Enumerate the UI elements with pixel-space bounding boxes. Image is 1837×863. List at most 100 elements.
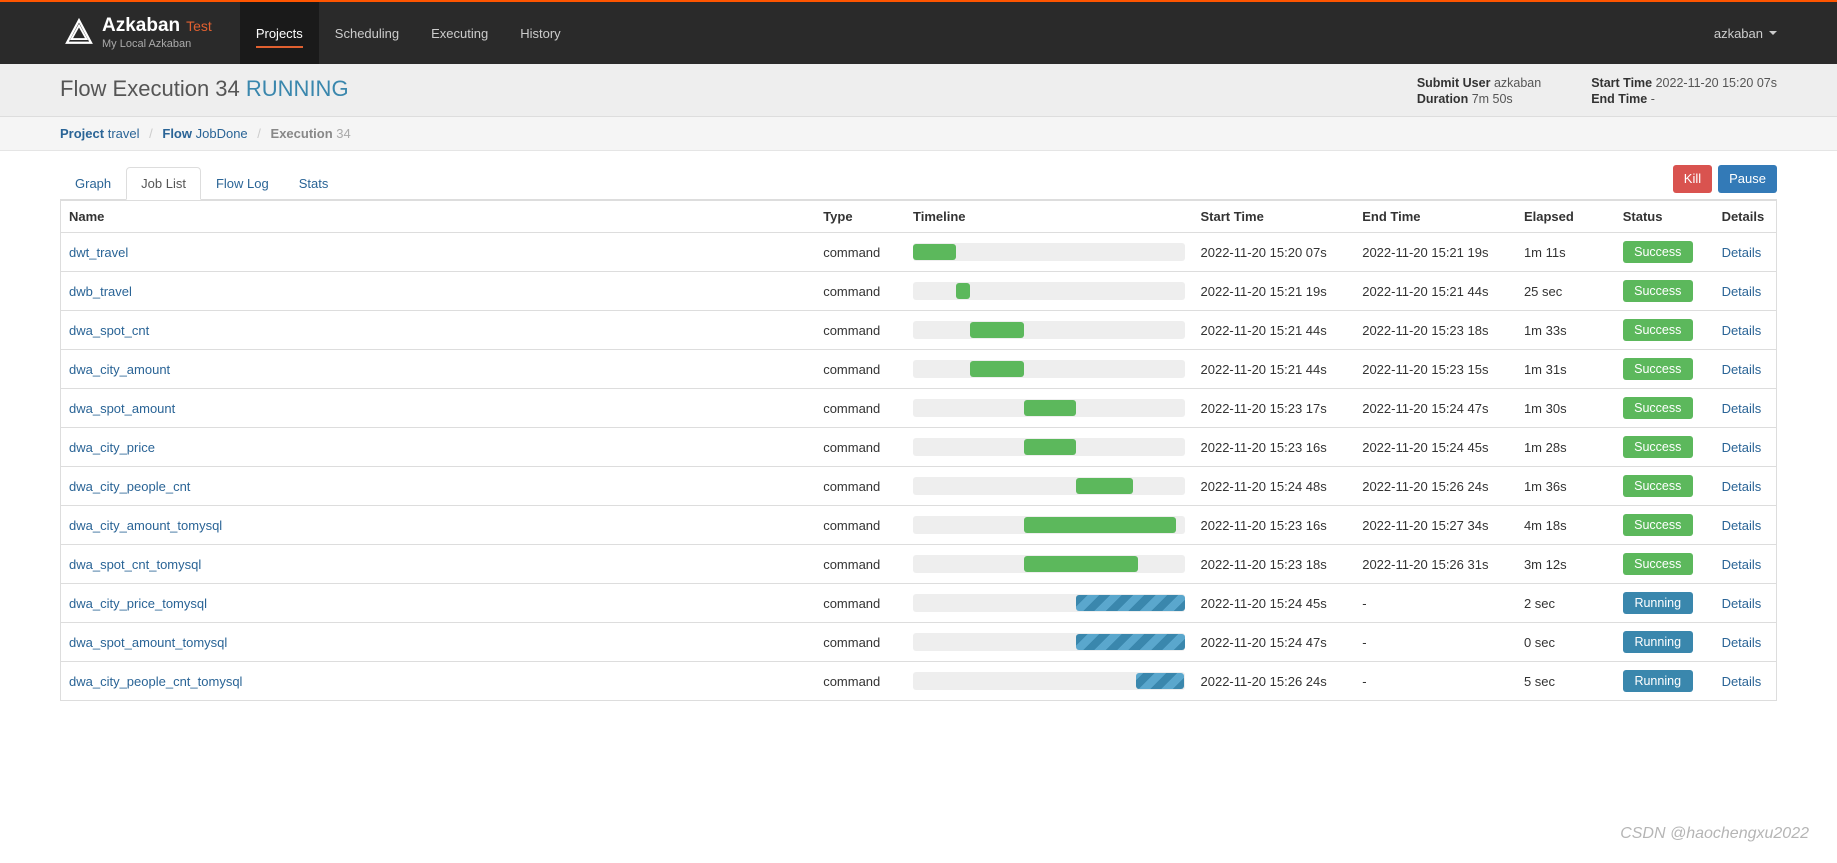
watermark: CSDN @haochengxu2022 — [1620, 825, 1809, 843]
nav-item-projects[interactable]: Projects — [240, 2, 319, 64]
tab-stats[interactable]: Stats — [284, 167, 344, 200]
job-type: command — [815, 506, 905, 545]
details-link[interactable]: Details — [1722, 401, 1762, 416]
status-badge: Success — [1623, 397, 1693, 419]
col-end: End Time — [1354, 201, 1516, 233]
job-type: command — [815, 545, 905, 584]
timeline-bar — [913, 516, 1184, 534]
job-name-link[interactable]: dwb_travel — [69, 284, 132, 299]
details-link[interactable]: Details — [1722, 362, 1762, 377]
job-elapsed: 1m 33s — [1516, 311, 1615, 350]
job-name-link[interactable]: dwa_spot_cnt — [69, 323, 149, 338]
brand[interactable]: Azkaban Test My Local Azkaban — [0, 16, 230, 51]
details-link[interactable]: Details — [1722, 518, 1762, 533]
table-row: dwa_spot_amountcommand2022-11-20 15:23 1… — [61, 389, 1777, 428]
col-type: Type — [815, 201, 905, 233]
end-time-label: End Time — [1591, 92, 1647, 106]
status-badge: Success — [1623, 280, 1693, 302]
job-end: 2022-11-20 15:26 31s — [1354, 545, 1516, 584]
timeline-fill — [956, 283, 970, 299]
job-start: 2022-11-20 15:23 16s — [1193, 506, 1355, 545]
table-row: dwa_spot_cntcommand2022-11-20 15:21 44s2… — [61, 311, 1777, 350]
tab-flow-log[interactable]: Flow Log — [201, 167, 284, 200]
breadcrumb-execution: Execution 34 — [271, 126, 351, 141]
timeline-fill — [970, 322, 1024, 338]
status-badge: Success — [1623, 514, 1693, 536]
job-end: 2022-11-20 15:27 34s — [1354, 506, 1516, 545]
pause-button[interactable]: Pause — [1718, 165, 1777, 193]
details-link[interactable]: Details — [1722, 635, 1762, 650]
breadcrumb-flow[interactable]: Flow JobDone — [162, 126, 247, 141]
job-elapsed: 1m 28s — [1516, 428, 1615, 467]
table-row: dwa_city_price_tomysqlcommand2022-11-20 … — [61, 584, 1777, 623]
job-name-link[interactable]: dwa_city_people_cnt — [69, 479, 190, 494]
job-type: command — [815, 623, 905, 662]
controls: Kill Pause — [1673, 165, 1777, 199]
col-details: Details — [1714, 201, 1777, 233]
nav-item-history[interactable]: History — [504, 2, 576, 64]
breadcrumb-project[interactable]: Project travel — [60, 126, 140, 141]
job-elapsed: 1m 11s — [1516, 233, 1615, 272]
job-start: 2022-11-20 15:21 19s — [1193, 272, 1355, 311]
status-badge: Success — [1623, 358, 1693, 380]
details-link[interactable]: Details — [1722, 479, 1762, 494]
exec-title-status: RUNNING — [246, 76, 349, 101]
navbar: Azkaban Test My Local Azkaban ProjectsSc… — [0, 2, 1837, 64]
job-name-link[interactable]: dwa_city_price_tomysql — [69, 596, 207, 611]
job-name-link[interactable]: dwa_spot_amount — [69, 401, 175, 416]
job-end: 2022-11-20 15:26 24s — [1354, 467, 1516, 506]
timeline-bar — [913, 282, 1184, 300]
user-menu[interactable]: azkaban — [1714, 26, 1777, 41]
duration-label: Duration — [1417, 92, 1468, 106]
details-link[interactable]: Details — [1722, 674, 1762, 689]
nav-menu: ProjectsSchedulingExecutingHistory — [240, 2, 577, 64]
execution-header: Flow Execution 34 RUNNING Submit User az… — [0, 64, 1837, 117]
col-start: Start Time — [1193, 201, 1355, 233]
tab-job-list[interactable]: Job List — [126, 167, 201, 200]
status-badge: Success — [1623, 553, 1693, 575]
job-name-link[interactable]: dwa_city_amount_tomysql — [69, 518, 222, 533]
job-start: 2022-11-20 15:24 47s — [1193, 623, 1355, 662]
job-name-link[interactable]: dwa_city_amount — [69, 362, 170, 377]
col-timeline: Timeline — [905, 201, 1192, 233]
job-end: - — [1354, 623, 1516, 662]
caret-down-icon — [1769, 31, 1777, 35]
details-link[interactable]: Details — [1722, 596, 1762, 611]
job-name-link[interactable]: dwt_travel — [69, 245, 128, 260]
brand-env: Test — [186, 19, 212, 34]
timeline-bar — [913, 594, 1184, 612]
nav-item-executing[interactable]: Executing — [415, 2, 504, 64]
nav-item-scheduling[interactable]: Scheduling — [319, 2, 415, 64]
kill-button[interactable]: Kill — [1673, 165, 1712, 193]
user-name: azkaban — [1714, 26, 1763, 41]
details-link[interactable]: Details — [1722, 323, 1762, 338]
status-badge: Success — [1623, 319, 1693, 341]
timeline-fill — [1024, 556, 1138, 572]
job-name-link[interactable]: dwa_spot_amount_tomysql — [69, 635, 227, 650]
timeline-fill — [1136, 673, 1185, 689]
col-name: Name — [61, 201, 816, 233]
job-type: command — [815, 662, 905, 701]
job-type: command — [815, 350, 905, 389]
job-name-link[interactable]: dwa_spot_cnt_tomysql — [69, 557, 201, 572]
timeline-bar — [913, 438, 1184, 456]
brand-tagline: My Local Azkaban — [102, 38, 212, 50]
job-type: command — [815, 233, 905, 272]
job-name-link[interactable]: dwa_city_people_cnt_tomysql — [69, 674, 242, 689]
job-name-link[interactable]: dwa_city_price — [69, 440, 155, 455]
job-start: 2022-11-20 15:23 16s — [1193, 428, 1355, 467]
details-link[interactable]: Details — [1722, 284, 1762, 299]
details-link[interactable]: Details — [1722, 245, 1762, 260]
job-elapsed: 3m 12s — [1516, 545, 1615, 584]
job-end: 2022-11-20 15:23 15s — [1354, 350, 1516, 389]
status-badge: Success — [1623, 475, 1693, 497]
job-elapsed: 1m 30s — [1516, 389, 1615, 428]
status-badge: Running — [1623, 670, 1693, 692]
job-type: command — [815, 467, 905, 506]
timeline-fill — [913, 244, 956, 260]
details-link[interactable]: Details — [1722, 557, 1762, 572]
timeline-fill — [1024, 517, 1176, 533]
details-link[interactable]: Details — [1722, 440, 1762, 455]
tab-graph[interactable]: Graph — [60, 167, 126, 200]
submit-user-label: Submit User — [1417, 76, 1491, 90]
